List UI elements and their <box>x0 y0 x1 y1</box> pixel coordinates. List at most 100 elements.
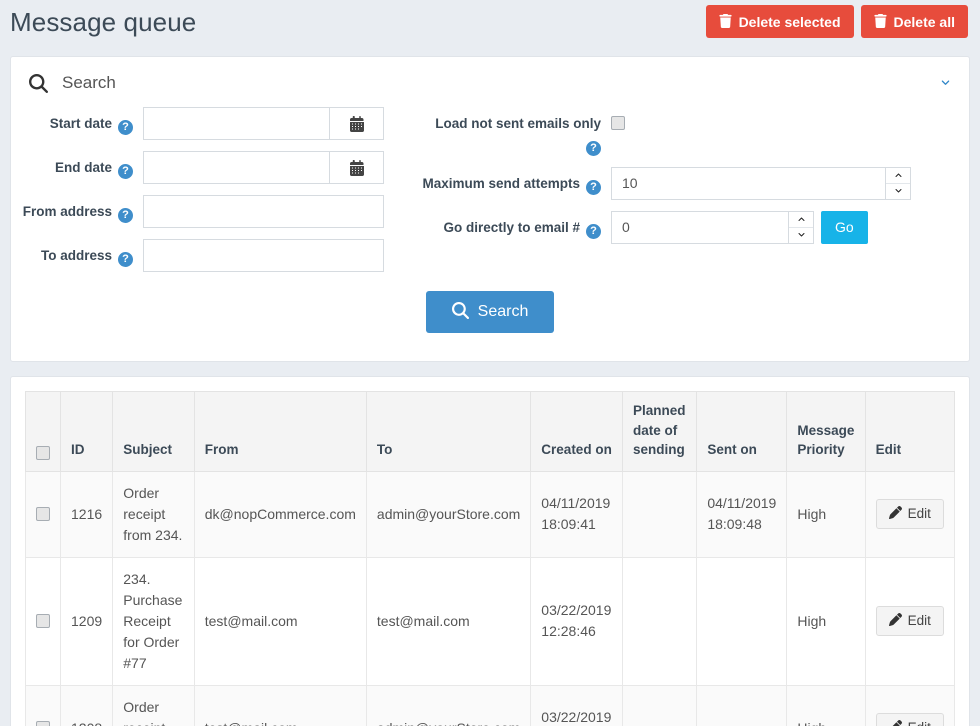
max-send-attempts-stepper <box>611 166 911 200</box>
end-date-row: End date? <box>11 151 415 184</box>
to-address-input[interactable] <box>143 239 384 272</box>
chevron-down-icon[interactable] <box>886 182 910 199</box>
start-date-row: Start date? <box>11 107 415 140</box>
table-header-sent-on[interactable]: Sent on <box>696 391 788 472</box>
calendar-icon[interactable] <box>329 107 384 140</box>
start-date-input-group <box>143 107 384 140</box>
from-address-row: From address? <box>11 195 415 228</box>
delete-all-button[interactable]: Delete all <box>860 5 968 38</box>
cell-priority: High <box>786 470 866 558</box>
edit-button-label: Edit <box>908 721 931 726</box>
chevron-up-icon[interactable] <box>886 167 910 183</box>
cell-created-on: 04/11/2019 18:09:41 <box>530 470 623 558</box>
table-header-row: ID Subject From To Created on Planned da… <box>25 391 956 472</box>
cell-to: admin@yourStore.com <box>365 684 532 726</box>
row-checkbox[interactable] <box>36 507 50 522</box>
table-header-id[interactable]: ID <box>59 391 114 472</box>
trash-icon <box>718 13 732 30</box>
cell-created-on: 03/22/201911:29:37 <box>530 684 623 726</box>
load-not-sent-label: Load not sent emails only? <box>435 116 601 156</box>
start-date-input[interactable] <box>143 107 329 140</box>
go-to-email-input[interactable] <box>612 211 788 243</box>
to-address-row: To address? <box>11 239 415 272</box>
cell-subject: Order receipt from 234. <box>112 470 195 558</box>
search-button[interactable]: Search <box>425 291 555 333</box>
search-panel-header[interactable]: Search <box>11 57 969 103</box>
edit-button-label: Edit <box>907 506 931 522</box>
row-checkbox[interactable] <box>36 614 50 629</box>
row-select-cell <box>25 556 61 686</box>
edit-button[interactable]: Edit <box>875 713 944 726</box>
go-button[interactable]: Go <box>821 210 868 244</box>
search-form-right-column: Load not sent emails only? Maximum send … <box>415 107 969 283</box>
row-select-cell <box>25 470 61 558</box>
table-header-subject[interactable]: Subject <box>112 391 195 472</box>
go-to-email-stepper <box>611 210 814 244</box>
header-actions: Delete selected Delete all <box>705 5 968 38</box>
max-send-attempts-row: Maximum send attempts? <box>415 166 969 200</box>
table-header-to[interactable]: To <box>365 391 532 472</box>
help-icon[interactable]: ? <box>118 120 133 135</box>
table-body: 1216 Order receipt from 234. dk@nopCommerc… <box>25 470 956 726</box>
from-address-input[interactable] <box>143 195 384 228</box>
pencil-icon <box>888 506 902 522</box>
help-icon[interactable]: ? <box>118 252 133 267</box>
help-icon[interactable]: ? <box>586 140 601 156</box>
search-button-label: Search <box>477 303 529 320</box>
pencil-icon <box>888 613 902 629</box>
cell-from: test@mail.com <box>193 684 367 726</box>
cell-id: 1208 <box>59 684 114 726</box>
max-send-attempts-label: Maximum send attempts? <box>415 167 601 195</box>
end-date-input-group <box>143 151 384 184</box>
load-not-sent-checkbox[interactable] <box>611 116 625 130</box>
cell-planned-date <box>621 556 698 686</box>
pencil-icon <box>889 720 902 726</box>
delete-all-label: Delete all <box>893 13 955 30</box>
cell-planned-date <box>621 684 698 726</box>
help-icon[interactable]: ? <box>118 164 133 179</box>
table-header-select <box>25 391 61 472</box>
end-date-input[interactable] <box>143 151 329 184</box>
trash-icon <box>873 13 887 30</box>
table-row: 1209 234. Purchase Receipt for Order #77 t… <box>25 556 956 686</box>
delete-selected-button[interactable]: Delete selected <box>705 5 854 38</box>
cell-to: test@mail.com <box>365 556 532 686</box>
help-icon[interactable]: ? <box>586 179 601 195</box>
go-to-email-row: Go directly to email #? 0 Go <box>415 210 969 244</box>
chevron-up-icon[interactable] <box>789 211 813 227</box>
help-icon[interactable]: ? <box>586 223 601 239</box>
cell-priority: High <box>786 556 866 686</box>
cell-to: admin@yourStore.com <box>365 470 532 558</box>
table-header-from[interactable]: From <box>193 391 367 472</box>
select-all-checkbox[interactable] <box>36 445 50 460</box>
help-icon[interactable]: ? <box>118 208 133 223</box>
chevron-down-icon[interactable] <box>789 226 813 243</box>
cell-planned-date <box>621 470 698 558</box>
cell-id: 1209 <box>59 556 114 686</box>
search-icon <box>29 73 48 93</box>
cell-priority: High <box>786 684 866 726</box>
cell-sent-on <box>696 684 788 726</box>
table-header-priority[interactable]: Message Priority <box>786 391 866 472</box>
delete-selected-label: Delete selected <box>738 13 841 30</box>
row-select-cell <box>25 684 61 726</box>
cell-edit: Edit <box>864 556 956 686</box>
chevron-down-icon[interactable] <box>938 75 953 91</box>
cell-from: test@mail.com <box>193 556 367 686</box>
cell-edit: Edit <box>864 470 956 558</box>
table-header-created-on[interactable]: Created on <box>530 391 623 472</box>
cell-from: dk@nopCommerce.com <box>193 470 367 558</box>
message-queue-table-card: ID Subject From To Created on Planned da… <box>10 376 970 726</box>
table-row: 1208Order receipt from 234.test@mail.com… <box>25 684 956 726</box>
edit-button[interactable]: Edit <box>875 606 944 637</box>
table-header-planned-date[interactable]: Planned date of sending <box>621 391 698 472</box>
load-not-sent-row: Load not sent emails only? <box>415 107 969 156</box>
max-send-attempts-input[interactable] <box>612 167 885 199</box>
search-icon <box>451 301 469 323</box>
edit-button[interactable]: Edit <box>875 499 944 530</box>
row-checkbox[interactable] <box>36 721 50 726</box>
message-queue-table: ID Subject From To Created on Planned da… <box>25 391 956 726</box>
table-header-edit: Edit <box>864 391 956 472</box>
calendar-icon[interactable] <box>329 151 384 184</box>
page-header: Message queue Delete selected Delete all <box>0 0 980 56</box>
